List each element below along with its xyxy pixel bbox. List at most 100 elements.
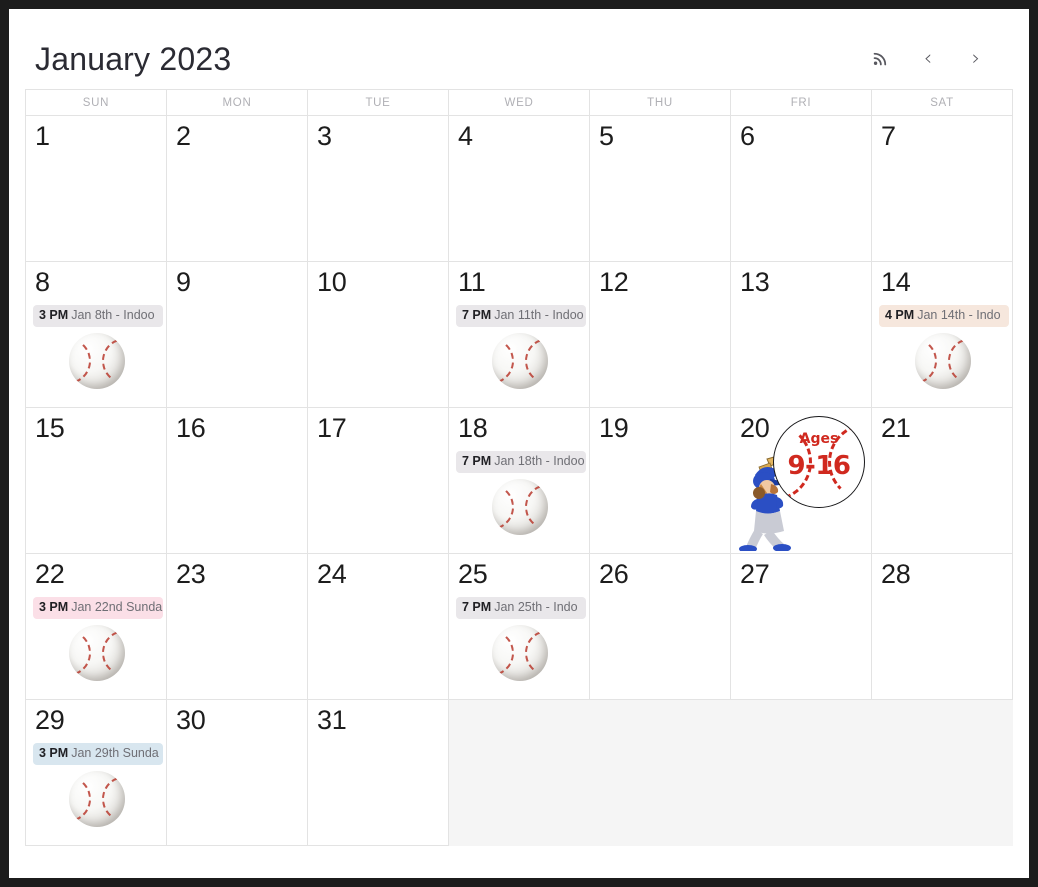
day-number: 14: [881, 267, 911, 297]
day-cell-29[interactable]: 29 3 PM Jan 29th Sunda: [26, 700, 167, 846]
day-cell-2[interactable]: 2: [167, 116, 308, 262]
event-chip[interactable]: 7 PM Jan 25th - Indo: [456, 597, 586, 619]
day-number: 13: [740, 267, 770, 297]
event-title: Jan 11th - Indoo: [494, 308, 584, 323]
day-cell-21[interactable]: 21: [872, 408, 1013, 554]
event-chip[interactable]: 7 PM Jan 18th - Indoo: [456, 451, 586, 473]
event-time: 3 PM: [39, 746, 69, 761]
event-time: 7 PM: [462, 308, 492, 323]
day-number: 15: [35, 413, 65, 443]
header-actions: ‹ ›: [867, 45, 1011, 79]
day-cell-28[interactable]: 28: [872, 554, 1013, 700]
calendar-header: January 2023 ‹ ›: [9, 9, 1029, 89]
day-cell-19[interactable]: 19: [590, 408, 731, 554]
baseball-image: [69, 624, 125, 681]
week-row: 1 2 3 4 5 6 7: [26, 116, 1013, 262]
day-number: 8: [35, 267, 50, 297]
weekday-header-wed: WED: [449, 90, 590, 116]
next-month-button[interactable]: ›: [963, 45, 989, 71]
event-time: 7 PM: [462, 454, 492, 469]
day-cell-26[interactable]: 26: [590, 554, 731, 700]
day-number: 29: [35, 705, 65, 735]
day-cell-6[interactable]: 6: [731, 116, 872, 262]
day-cell-27[interactable]: 27: [731, 554, 872, 700]
day-cell-13[interactable]: 13: [731, 262, 872, 408]
event-chip[interactable]: 3 PM Jan 22nd Sunda: [33, 597, 163, 619]
day-number: 22: [35, 559, 65, 589]
calendar-grid: SUN MON TUE WED THU FRI SAT 123456783 PM Jan 8t…: [25, 89, 1013, 846]
day-number: 1: [35, 121, 50, 151]
day-number: 30: [176, 705, 206, 735]
day-cell-15[interactable]: 15: [26, 408, 167, 554]
event-chip[interactable]: 4 PM Jan 14th - Indo: [879, 305, 1009, 327]
event-time: 7 PM: [462, 600, 492, 615]
day-cell-8[interactable]: 8 3 PM Jan 8th - Indoo: [26, 262, 167, 408]
chevron-right-icon: ›: [971, 45, 981, 70]
day-number: 3: [317, 121, 332, 151]
day-cell-1[interactable]: 1: [26, 116, 167, 262]
day-number: 12: [599, 267, 629, 297]
event-title: Jan 18th - Indoo: [494, 454, 585, 469]
day-cell-22[interactable]: 22 3 PM Jan 22nd Sunda: [26, 554, 167, 700]
day-number: 25: [458, 559, 488, 589]
chevron-left-icon: ‹: [923, 45, 933, 70]
day-cell-17[interactable]: 17: [308, 408, 449, 554]
baseball-image: [915, 332, 971, 389]
event-title: Jan 29th Sunda: [71, 746, 159, 761]
day-number: 16: [176, 413, 206, 443]
weekday-header-tue: TUE: [308, 90, 449, 116]
day-cell-20[interactable]: 20 Ages 9-16: [731, 408, 872, 554]
day-cell-30[interactable]: 30: [167, 700, 308, 846]
day-number: 11: [458, 267, 486, 297]
day-cell-23[interactable]: 23: [167, 554, 308, 700]
day-cell-10[interactable]: 10: [308, 262, 449, 408]
day-number: 2: [176, 121, 191, 151]
day-number: 9: [176, 267, 191, 297]
event-chip[interactable]: 7 PM Jan 11th - Indoo: [456, 305, 586, 327]
weekday-header-row: SUN MON TUE WED THU FRI SAT: [26, 90, 1013, 116]
event-title: Jan 25th - Indo: [494, 600, 578, 615]
empty-day-cell: [731, 700, 872, 846]
day-cell-11[interactable]: 11 7 PM Jan 11th - Indoo: [449, 262, 590, 408]
baseball-batter-icon: [737, 453, 797, 553]
day-number: 21: [881, 413, 911, 443]
baseball-image: [69, 770, 125, 827]
rss-feed-icon[interactable]: [867, 45, 893, 71]
day-number: 4: [458, 121, 473, 151]
day-number: 7: [881, 121, 896, 151]
day-number: 31: [317, 705, 347, 735]
day-cell-4[interactable]: 4: [449, 116, 590, 262]
day-number: 28: [881, 559, 911, 589]
day-cell-24[interactable]: 24: [308, 554, 449, 700]
weekday-header-mon: MON: [167, 90, 308, 116]
day-cell-18[interactable]: 18 7 PM Jan 18th - Indoo: [449, 408, 590, 554]
week-row: 22 3 PM Jan 22nd Sunda 23 24 25 7 PM Jan 25th -…: [26, 554, 1013, 700]
event-chip[interactable]: 3 PM Jan 29th Sunda: [33, 743, 163, 765]
day-cell-16[interactable]: 16: [167, 408, 308, 554]
empty-day-cell: [449, 700, 590, 846]
day-cell-25[interactable]: 25 7 PM Jan 25th - Indo: [449, 554, 590, 700]
event-title: Jan 22nd Sunda: [71, 600, 163, 615]
event-time: 4 PM: [885, 308, 915, 323]
day-number: 23: [176, 559, 206, 589]
event-time: 3 PM: [39, 308, 69, 323]
event-chip[interactable]: 3 PM Jan 8th - Indoo: [33, 305, 163, 327]
previous-month-button[interactable]: ‹: [915, 45, 941, 71]
day-cell-3[interactable]: 3: [308, 116, 449, 262]
day-cell-12[interactable]: 12: [590, 262, 731, 408]
event-time: 3 PM: [39, 600, 69, 615]
weekday-header-fri: FRI: [731, 90, 872, 116]
day-cell-5[interactable]: 5: [590, 116, 731, 262]
weekday-header-sun: SUN: [26, 90, 167, 116]
calendar-weeks: 123456783 PM Jan 8th - Indoo 9 10 11 7 PM Jan …: [26, 116, 1013, 846]
day-cell-7[interactable]: 7: [872, 116, 1013, 262]
day-number: 19: [599, 413, 629, 443]
day-cell-9[interactable]: 9: [167, 262, 308, 408]
day-number: 10: [317, 267, 347, 297]
day-cell-31[interactable]: 31: [308, 700, 449, 846]
day-number: 17: [317, 413, 347, 443]
weekday-header-thu: THU: [590, 90, 731, 116]
day-number: 27: [740, 559, 770, 589]
event-title: Jan 14th - Indo: [917, 308, 1001, 323]
day-cell-14[interactable]: 14 4 PM Jan 14th - Indo: [872, 262, 1013, 408]
